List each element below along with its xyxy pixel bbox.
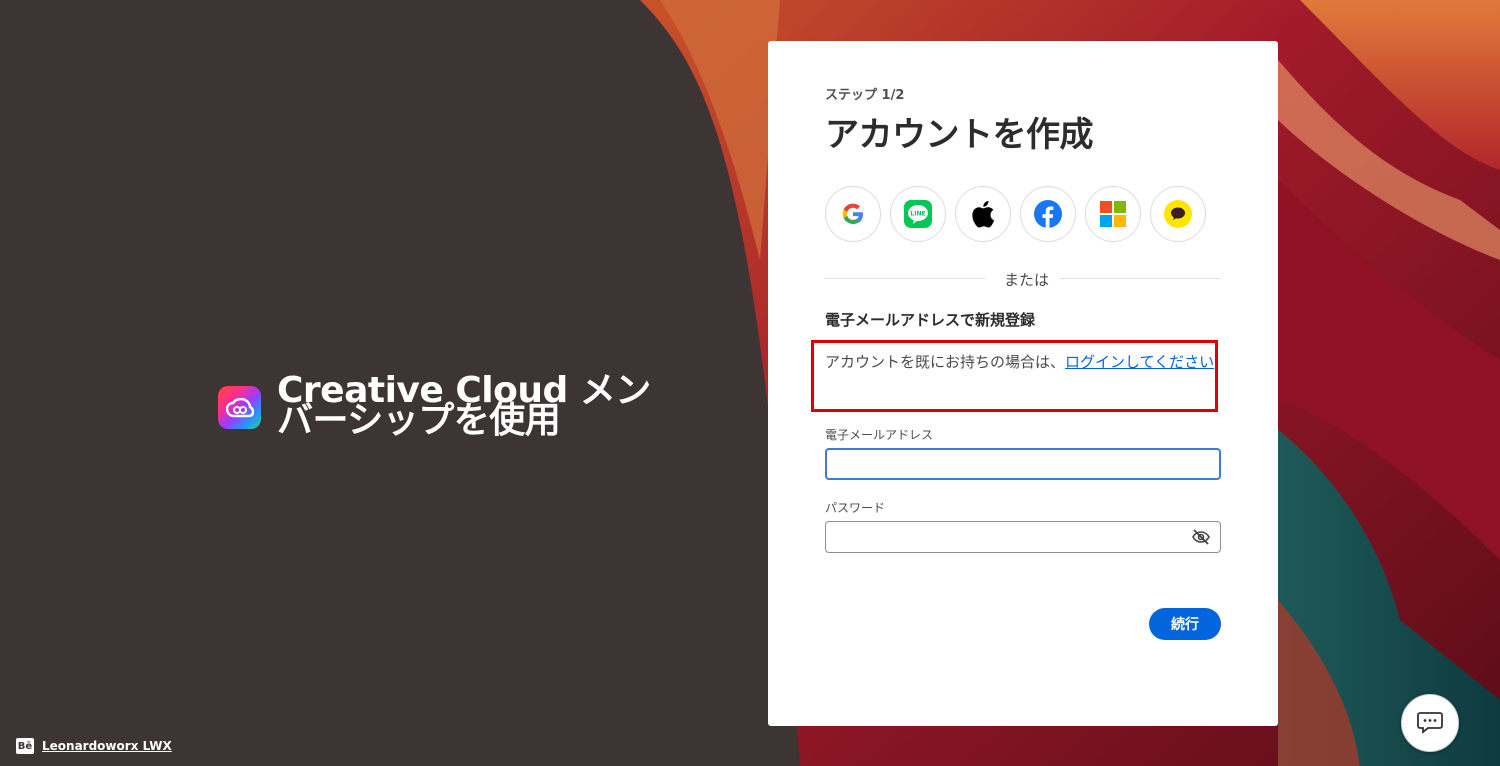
email-signup-heading: 電子メールアドレスで新規登録: [825, 311, 1036, 329]
kakao-login-button[interactable]: [1150, 186, 1206, 242]
email-label: 電子メールアドレス: [825, 428, 934, 442]
or-divider: または: [825, 269, 1221, 290]
behance-credit-link[interactable]: Leonardoworx LWX: [42, 739, 172, 753]
hide-password-icon[interactable]: [1192, 529, 1210, 549]
apple-icon: [972, 200, 995, 228]
line-icon: LINE: [904, 200, 932, 228]
svg-text:LINE: LINE: [910, 211, 925, 218]
password-field[interactable]: [825, 521, 1221, 553]
existing-account-notice: アカウントを既にお持ちの場合は、ログインしてください: [825, 349, 1215, 376]
google-login-button[interactable]: [825, 186, 881, 242]
signup-card: ステップ 1/2 アカウントを作成 LINE または 電子メールアドレスで新規登…: [768, 41, 1278, 726]
brand-block: Creative Cloud メンバーシップを使用: [218, 370, 657, 441]
step-indicator: ステップ 1/2: [825, 88, 905, 103]
chat-icon: [1417, 712, 1443, 734]
apple-login-button[interactable]: [955, 186, 1011, 242]
login-link[interactable]: ログインしてください: [1065, 353, 1214, 371]
divider-text: または: [998, 269, 1056, 290]
microsoft-icon: [1100, 201, 1126, 227]
kakaotalk-icon: [1164, 200, 1192, 228]
line-login-button[interactable]: LINE: [890, 186, 946, 242]
password-label: パスワード: [825, 501, 886, 515]
divider-line-left: [825, 278, 985, 279]
continue-button[interactable]: 続行: [1149, 608, 1221, 640]
email-field[interactable]: [825, 448, 1221, 480]
facebook-login-button[interactable]: [1020, 186, 1076, 242]
google-icon: [842, 203, 863, 224]
behance-icon: Bē: [16, 738, 34, 754]
social-login-buttons: LINE: [825, 186, 1206, 242]
chat-button[interactable]: [1401, 694, 1459, 752]
microsoft-login-button[interactable]: [1085, 186, 1141, 242]
creative-cloud-logo-icon: [218, 386, 261, 429]
existing-account-text: アカウントを既にお持ちの場合は、: [825, 353, 1066, 371]
page-title: アカウントを作成: [825, 115, 1094, 155]
facebook-icon: [1034, 200, 1062, 228]
divider-line-right: [1059, 278, 1221, 279]
behance-credit[interactable]: Bē Leonardoworx LWX: [16, 738, 172, 754]
brand-title: Creative Cloud メンバーシップを使用: [277, 370, 651, 441]
